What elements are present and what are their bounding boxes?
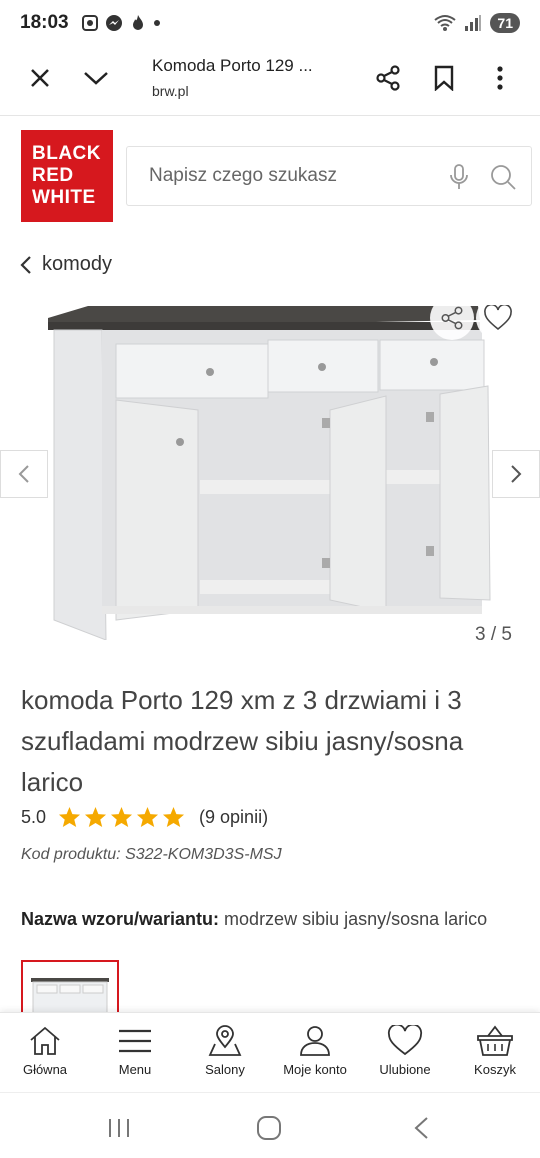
breadcrumb[interactable]: komody (20, 253, 112, 276)
favorite-product-button[interactable] (476, 296, 520, 340)
nav-home-label: Główna (22, 1062, 68, 1077)
location-icon (208, 1025, 242, 1056)
heart-icon (387, 1025, 423, 1056)
recent-apps-icon (109, 1119, 129, 1137)
nav-favorites-label: Ulubione (379, 1062, 431, 1077)
bookmark-icon[interactable] (424, 58, 464, 98)
nav-favorites[interactable]: Ulubione (360, 1013, 450, 1092)
nav-stores[interactable]: Salony (180, 1013, 270, 1092)
home-icon (30, 1026, 60, 1055)
signal-icon (465, 15, 482, 31)
home-circle-icon (257, 1116, 281, 1140)
wifi-icon (434, 15, 457, 31)
screen-record-icon (81, 15, 98, 31)
star-icon (85, 806, 107, 828)
product-code: Kod produktu: S322-KOM3D3S-MSJ (21, 846, 282, 863)
battery-badge: 71 (490, 13, 520, 33)
status-time: 18:03 (20, 12, 69, 33)
share-icon[interactable] (368, 58, 408, 98)
basket-icon (477, 1025, 513, 1056)
status-bar: 18:03 71 (0, 0, 540, 46)
back-icon (414, 1117, 428, 1139)
variant-value: modrzew sibiu jasny/sosna larico (224, 909, 488, 929)
product-image (48, 306, 491, 640)
nav-stores-label: Salony (205, 1062, 245, 1077)
nav-menu-label: Menu (118, 1062, 152, 1077)
microphone-icon[interactable] (449, 163, 469, 191)
back-system-button[interactable] (406, 1113, 436, 1143)
gallery-counter: 3 / 5 (475, 624, 512, 645)
more-vert-icon[interactable] (480, 58, 520, 98)
bottom-navigation: Główna Menu Salony Moje konto Ulubione K… (0, 1012, 540, 1092)
reviews-count[interactable]: (9 opinii) (199, 807, 268, 828)
chevron-down-icon[interactable] (76, 58, 116, 98)
heart-icon (484, 305, 512, 331)
star-icon (163, 806, 185, 828)
brand-logo[interactable]: BLACK RED WHITE (21, 130, 113, 222)
messenger-icon (105, 15, 122, 31)
close-icon[interactable] (20, 58, 60, 98)
status-icons (81, 14, 161, 32)
gallery-prev-button[interactable] (0, 450, 48, 498)
product-title: komoda Porto 129 xm z 3 drzwiami i 3 szu… (21, 685, 464, 797)
rating-value: 5.0 (21, 806, 47, 827)
browser-page-title: Komoda Porto 129 ... (152, 56, 313, 75)
status-right: 71 (434, 13, 520, 33)
variant-thumbnail[interactable] (21, 960, 119, 1020)
search-input[interactable] (149, 165, 429, 187)
chevron-left-icon (20, 255, 31, 274)
logo-line: BLACK (32, 143, 101, 164)
star-icon (111, 806, 133, 828)
search-icon[interactable] (489, 163, 517, 191)
chevron-right-icon (511, 465, 522, 483)
chevron-left-icon (18, 465, 29, 483)
nav-account[interactable]: Moje konto (270, 1013, 360, 1092)
dot-icon (153, 20, 160, 26)
search-box (126, 146, 532, 206)
fire-icon (132, 15, 143, 30)
star-icon (137, 806, 159, 828)
star-icon (59, 806, 81, 828)
nav-cart-label: Koszyk (474, 1062, 516, 1077)
nav-account-label: Moje konto (283, 1062, 347, 1077)
nav-home[interactable]: Główna (0, 1013, 90, 1092)
variant-label: Nazwa wzoru/wariantu: (21, 909, 220, 929)
variant-info: Nazwa wzoru/wariantu: modrzew sibiu jasn… (21, 908, 521, 931)
home-system-button[interactable] (254, 1113, 284, 1143)
browser-toolbar: Komoda Porto 129 ... brw.pl (0, 46, 540, 116)
nav-menu[interactable]: Menu (90, 1013, 180, 1092)
logo-line: RED (32, 165, 74, 186)
user-icon (300, 1026, 330, 1056)
recent-apps-button[interactable] (104, 1113, 134, 1143)
menu-icon (119, 1029, 151, 1053)
share-product-button[interactable] (430, 296, 474, 340)
nav-cart[interactable]: Koszyk (450, 1013, 540, 1092)
product-gallery[interactable]: 3 / 5 (0, 290, 540, 650)
share-icon (441, 306, 463, 330)
system-navigation-bar (0, 1092, 540, 1158)
rating-row[interactable]: 5.0 (9 opinii) (21, 806, 268, 828)
breadcrumb-label: komody (42, 253, 113, 275)
gallery-next-button[interactable] (492, 450, 540, 498)
logo-line: WHITE (32, 187, 96, 208)
rating-stars (58, 806, 185, 828)
browser-domain: brw.pl (152, 83, 189, 99)
